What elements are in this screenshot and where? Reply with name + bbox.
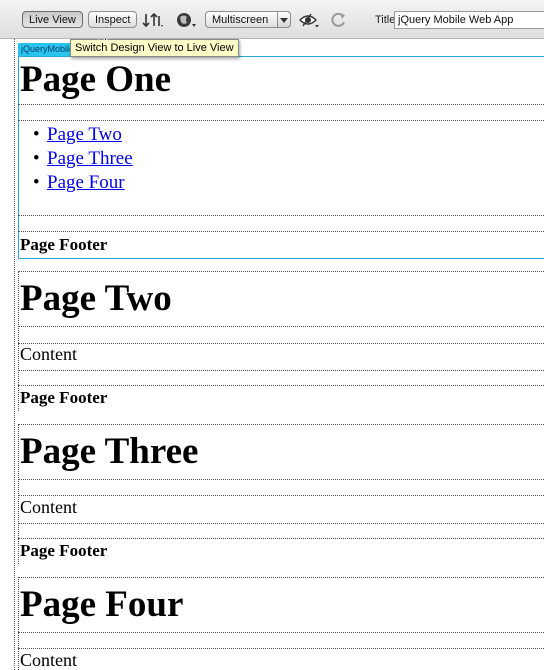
divider bbox=[18, 424, 544, 425]
margin-guide bbox=[14, 39, 15, 670]
element-tag-label[interactable]: jQueryMobile bbox=[18, 43, 76, 56]
page-two-container[interactable] bbox=[18, 271, 19, 411]
page-three-heading: Page Three bbox=[20, 431, 199, 472]
page-three-content: Content bbox=[20, 497, 77, 517]
page-two-heading: Page Two bbox=[20, 278, 172, 319]
page-three-footer: Page Footer bbox=[20, 541, 108, 560]
divider bbox=[18, 343, 544, 344]
preview-globe-icon[interactable] bbox=[176, 11, 196, 29]
page-two-footer: Page Footer bbox=[20, 388, 108, 407]
refresh-icon[interactable] bbox=[330, 11, 350, 29]
document-title-input[interactable] bbox=[394, 11, 544, 29]
divider bbox=[18, 577, 544, 578]
page-two-content: Content bbox=[20, 344, 77, 364]
divider bbox=[18, 370, 544, 371]
live-view-button[interactable]: Live View bbox=[22, 11, 83, 28]
divider bbox=[18, 523, 544, 524]
live-view-tooltip: Switch Design View to Live View bbox=[70, 39, 239, 57]
file-management-icon[interactable] bbox=[142, 11, 163, 29]
multiscreen-dropdown-icon[interactable] bbox=[277, 11, 291, 28]
page-four-heading: Page Four bbox=[20, 584, 184, 625]
list-item: • Page Three bbox=[33, 148, 133, 169]
link-page-two[interactable]: Page Two bbox=[47, 124, 122, 145]
divider bbox=[18, 648, 544, 649]
divider bbox=[18, 495, 544, 496]
page-one-footer: Page Footer bbox=[20, 235, 108, 254]
page-four-content: Content bbox=[20, 650, 77, 670]
divider bbox=[18, 479, 544, 480]
divider bbox=[18, 538, 544, 539]
inspect-button[interactable]: Inspect bbox=[88, 11, 138, 28]
divider bbox=[18, 632, 544, 633]
list-item: • Page Four bbox=[33, 172, 125, 193]
divider bbox=[18, 104, 544, 105]
page-four-container[interactable] bbox=[18, 577, 19, 670]
link-page-three[interactable]: Page Three bbox=[47, 148, 133, 169]
page-one-link-list: • Page Two • Page Three • Page Four bbox=[20, 123, 133, 195]
mouse-cursor-icon bbox=[98, 39, 112, 44]
divider bbox=[18, 120, 544, 121]
page-three-container[interactable] bbox=[18, 424, 19, 564]
divider bbox=[18, 231, 544, 232]
visual-aids-icon[interactable] bbox=[299, 11, 319, 29]
document-toolbar: Live View Inspect Multiscreen Title: jQu… bbox=[0, 0, 544, 39]
divider bbox=[18, 326, 544, 327]
link-page-four[interactable]: Page Four bbox=[47, 172, 125, 193]
design-view-canvas[interactable]: jQueryMobile Page One • Page Two • Page Th… bbox=[0, 39, 544, 670]
page-one-heading: Page One bbox=[20, 59, 172, 100]
divider bbox=[18, 215, 544, 216]
list-item: • Page Two bbox=[33, 124, 122, 145]
multiscreen-label: Multiscreen bbox=[212, 14, 269, 26]
divider bbox=[18, 385, 544, 386]
divider bbox=[18, 271, 544, 272]
